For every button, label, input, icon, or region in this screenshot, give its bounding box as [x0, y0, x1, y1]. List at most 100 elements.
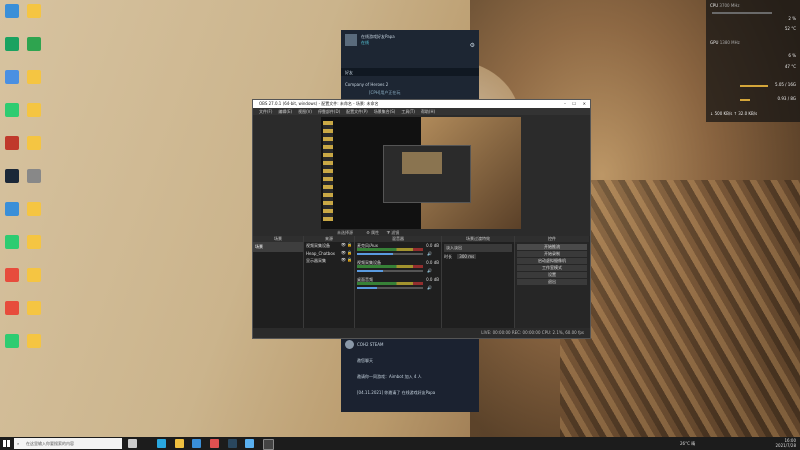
source-item[interactable]: Heap_Chatbox 👁 🔒: [304, 250, 354, 257]
taskbar-search-input[interactable]: ⌕ 在这里输入你要搜索的内容: [14, 438, 122, 449]
desktop-icon[interactable]: [22, 202, 46, 217]
desktop-icon[interactable]: [0, 169, 24, 184]
maximize-icon[interactable]: ☐: [572, 100, 576, 108]
speaker-icon[interactable]: 🔊: [427, 251, 432, 256]
friend-status: 在线: [361, 40, 369, 45]
lock-icon[interactable]: 🔒: [347, 242, 352, 247]
app-icon[interactable]: [210, 439, 219, 448]
volume-meter: [357, 248, 423, 251]
volume-slider[interactable]: [357, 253, 423, 255]
obs-preview[interactable]: [321, 117, 521, 229]
weather-status[interactable]: 26°C 晴: [680, 441, 695, 447]
desktop-icon[interactable]: [22, 235, 46, 250]
task-view-icon[interactable]: [128, 439, 137, 448]
speaker-icon[interactable]: 🔊: [427, 268, 432, 273]
volume-meter: [357, 265, 423, 268]
desktop-icon[interactable]: [22, 37, 46, 52]
volume-slider[interactable]: [357, 287, 423, 289]
properties-button[interactable]: 属性: [371, 230, 379, 235]
eye-icon[interactable]: 👁: [341, 250, 346, 255]
clock[interactable]: 16:00 2021/7/28: [775, 438, 796, 448]
desktop-icon[interactable]: [22, 169, 46, 184]
desktop-icon[interactable]: [0, 70, 24, 85]
desktop-icon[interactable]: [22, 4, 46, 19]
control-button[interactable]: 设置: [517, 272, 587, 278]
app-icon: [27, 169, 41, 183]
duration-input[interactable]: 300 ms: [457, 254, 477, 259]
mixer-channel: 桌面音频 0.0 dB 🔊: [357, 277, 439, 293]
lock-icon[interactable]: 🔒: [347, 257, 352, 262]
steam-chat-panel[interactable]: COH2 STEAM 邀您聊天 邀请你一同游戏：Aimbot 加入 4 人 [0…: [341, 336, 479, 412]
no-source-label: 未选择源: [337, 230, 353, 235]
volume-slider[interactable]: [357, 270, 423, 272]
desktop-icon[interactable]: [0, 334, 24, 349]
filters-button[interactable]: 滤镜: [391, 230, 399, 235]
desktop-icon[interactable]: [0, 136, 24, 151]
store-icon[interactable]: [192, 439, 201, 448]
desktop-icon[interactable]: [0, 202, 24, 217]
gear-icon[interactable]: ⚙: [470, 42, 475, 49]
volume-slider-fill: [357, 253, 394, 255]
explorer-icon[interactable]: [175, 439, 184, 448]
source-item[interactable]: 视频采集设备 👁 🔒: [304, 242, 354, 250]
menu-item[interactable]: 场景集合(S): [374, 109, 396, 114]
desktop-icon[interactable]: [0, 37, 24, 52]
minimize-icon[interactable]: –: [564, 100, 566, 108]
app-icon: [5, 136, 19, 150]
obs-titlebar[interactable]: OBS 27.0.1 (64-bit, windows) - 配置文件: 未命名…: [253, 100, 590, 108]
menu-item[interactable]: 编辑(E): [278, 109, 292, 114]
lock-icon[interactable]: 🔒: [347, 250, 352, 255]
filter-icon[interactable]: ⧩: [386, 230, 390, 235]
desktop-icon[interactable]: [22, 136, 46, 151]
source-label: Heap_Chatbox: [306, 251, 336, 256]
menu-item[interactable]: 帮助(H): [421, 109, 435, 114]
desktop-icon[interactable]: [0, 235, 24, 250]
eye-icon[interactable]: 👁: [341, 257, 346, 262]
menu-item[interactable]: 配置文件(P): [346, 109, 368, 114]
desktop-icon[interactable]: [0, 103, 24, 118]
control-button[interactable]: 退出: [517, 279, 587, 285]
transition-select[interactable]: 淡入淡出: [444, 244, 512, 252]
app-icon: [27, 4, 41, 18]
desktop-icon[interactable]: [22, 268, 46, 283]
game-friend-entry[interactable]: [CPH]用户正在玩: [369, 90, 475, 96]
desktop-icon[interactable]: [0, 301, 24, 316]
scene-item[interactable]: 场景: [253, 242, 303, 252]
obs-window[interactable]: OBS 27.0.1 (64-bit, windows) - 配置文件: 未命名…: [252, 99, 591, 339]
desktop-icon[interactable]: [22, 103, 46, 118]
volume-meter: [357, 282, 423, 285]
menu-item[interactable]: 文件(F): [259, 109, 272, 114]
app-icon: [27, 136, 41, 150]
edge-icon[interactable]: [157, 439, 166, 448]
desktop-icon[interactable]: [22, 334, 46, 349]
obs-icon[interactable]: [263, 439, 274, 450]
control-button[interactable]: 工作室模式: [517, 265, 587, 271]
menu-item[interactable]: 视图(V): [298, 109, 312, 114]
steam-friends-panel[interactable]: 在线游戏好友Papa 在线 ⚙ 好友 Company of Heroes 2 […: [341, 30, 479, 100]
gear-icon[interactable]: ⚙: [366, 230, 370, 235]
app-icon: [27, 37, 41, 51]
chat-message[interactable]: 邀请你一同游戏：Aimbot 加入 4 人: [357, 374, 475, 380]
transitions-dock: 场景过渡特效 淡入淡出 时长 300 ms: [442, 236, 515, 328]
source-item[interactable]: 显示器采集 👁 🔒: [304, 257, 354, 265]
app-icon[interactable]: [245, 439, 254, 448]
desktop-icon[interactable]: [0, 4, 24, 19]
chat-message[interactable]: [04.11.2021] 你邀请了 在线游戏好友Papa: [357, 390, 475, 396]
control-button[interactable]: 开始推流: [517, 244, 587, 250]
menu-item[interactable]: 工具(T): [401, 109, 415, 114]
desktop-icon[interactable]: [0, 268, 24, 283]
app-icon: [27, 235, 41, 249]
friends-search-bar[interactable]: 好友: [341, 68, 479, 76]
menu-item[interactable]: 停靠部件(D): [318, 109, 340, 114]
vram-usage: 0.93 / 8G: [777, 96, 796, 101]
speaker-icon[interactable]: 🔊: [427, 285, 432, 290]
desktop-icon[interactable]: [22, 70, 46, 85]
chat-message[interactable]: 邀您聊天: [357, 358, 475, 364]
close-icon[interactable]: ✕: [583, 100, 586, 108]
control-button[interactable]: 启动虚拟摄像机: [517, 258, 587, 264]
eye-icon[interactable]: 👁: [341, 242, 346, 247]
windows-start-icon[interactable]: [3, 440, 10, 447]
control-button[interactable]: 开始录制: [517, 251, 587, 257]
steam-icon[interactable]: [228, 439, 237, 448]
desktop-icon[interactable]: [22, 301, 46, 316]
